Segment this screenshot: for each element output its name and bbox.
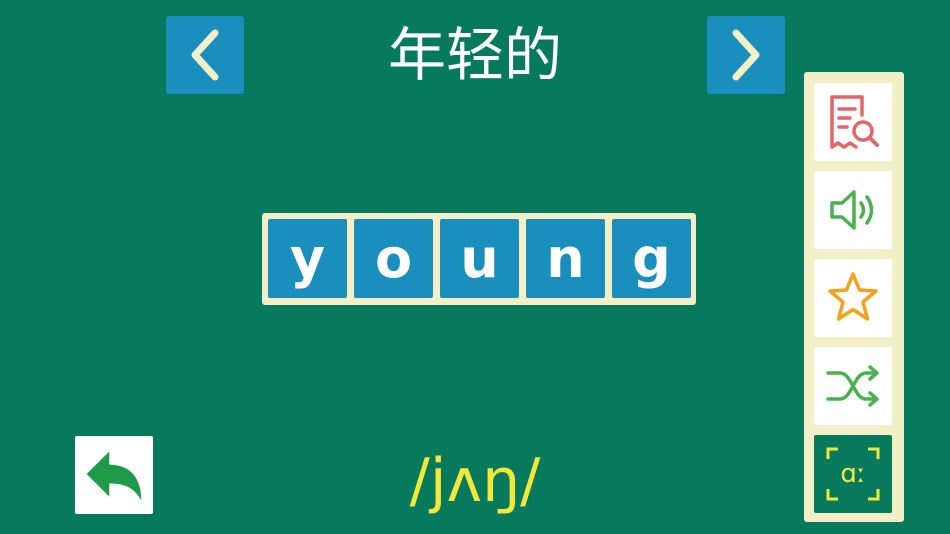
word-meaning-title: 年轻的	[387, 21, 562, 89]
back-arrow-icon	[86, 451, 142, 501]
phonetic-toggle-button[interactable]: ɑː	[814, 435, 892, 513]
document-search-icon	[830, 95, 879, 149]
next-word-button[interactable]	[707, 16, 785, 94]
letter-tile[interactable]: u	[440, 219, 519, 298]
star-icon	[828, 272, 878, 321]
favorite-button[interactable]	[814, 259, 892, 337]
side-toolbar: ɑː	[804, 72, 904, 522]
letter-tile[interactable]: g	[612, 219, 691, 298]
sound-button[interactable]	[814, 171, 892, 249]
letter-tile[interactable]: n	[526, 219, 605, 298]
chevron-left-icon	[191, 29, 219, 81]
letter-tile[interactable]: o	[354, 219, 433, 298]
prev-word-button[interactable]	[166, 16, 244, 94]
chevron-right-icon	[732, 29, 760, 81]
lookup-button[interactable]	[814, 83, 892, 161]
phonetic-transcription: /jʌŋ/	[409, 446, 541, 516]
phonetic-toggle-label: ɑː	[840, 459, 865, 489]
phonetic-symbol-icon: ɑː	[826, 447, 880, 501]
word-spelling-box: y o u n g	[262, 213, 696, 305]
shuffle-icon	[826, 365, 879, 407]
shuffle-button[interactable]	[814, 347, 892, 425]
back-button[interactable]	[75, 436, 153, 514]
speaker-icon	[830, 190, 874, 230]
letter-tile[interactable]: y	[268, 219, 347, 298]
